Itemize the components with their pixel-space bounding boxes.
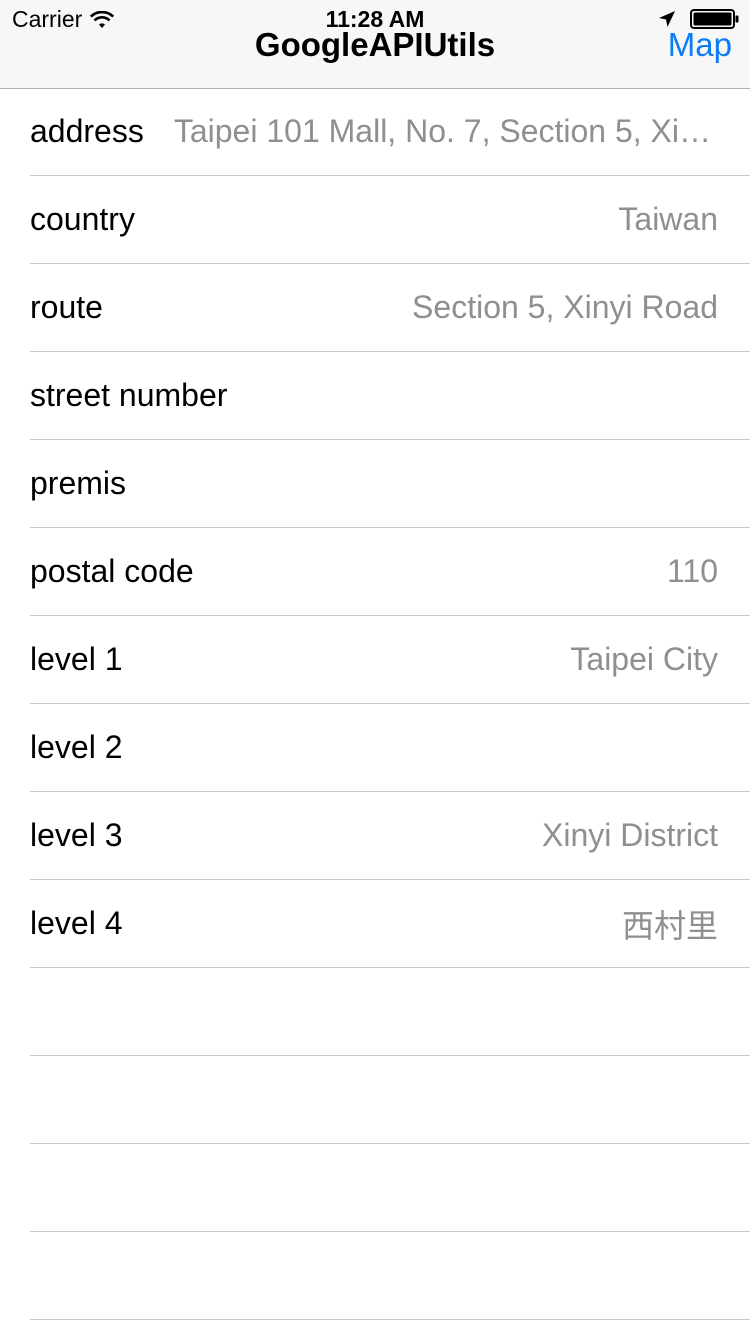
empty-row (30, 1232, 750, 1320)
row-label: level 1 (30, 641, 123, 677)
row-value: Taipei City (570, 641, 718, 677)
table-row[interactable]: route Section 5, Xinyi Road (30, 264, 750, 352)
row-value: Taiwan (618, 201, 718, 237)
table-row[interactable]: postal code 110 (30, 528, 750, 616)
table-row[interactable]: level 2 (30, 704, 750, 792)
navigation-bar: Carrier 11:28 AM GoogleAPIUtils Map (0, 0, 750, 89)
row-value: Xinyi District (541, 817, 718, 853)
table-row[interactable]: street number (30, 352, 750, 440)
row-label: country (30, 201, 135, 237)
row-value: Section 5, Xinyi Road (412, 289, 718, 325)
table-row[interactable]: address Taipei 101 Mall, No. 7, Section … (30, 88, 750, 176)
table-row[interactable]: premis (30, 440, 750, 528)
row-label: address (30, 113, 144, 149)
row-value: Taipei 101 Mall, No. 7, Section 5, Xinyi… (173, 113, 718, 149)
row-label: premis (30, 465, 127, 501)
nav-title: GoogleAPIUtils (254, 26, 496, 63)
address-table: address Taipei 101 Mall, No. 7, Section … (0, 88, 750, 1320)
empty-row (30, 968, 750, 1056)
table-row[interactable]: level 1 Taipei City (30, 616, 750, 704)
row-value: 西村里 (621, 907, 718, 944)
empty-row (30, 1144, 750, 1232)
row-label: route (30, 289, 103, 325)
screen: Carrier 11:28 AM GoogleAPIUtils Map addr… (0, 0, 750, 1334)
map-button[interactable]: Map (668, 26, 732, 64)
empty-row (30, 1056, 750, 1144)
row-label: postal code (30, 553, 194, 589)
row-label: level 3 (30, 817, 123, 853)
row-label: street number (30, 377, 228, 413)
table-row[interactable]: country Taiwan (30, 176, 750, 264)
row-value: 110 (666, 553, 718, 589)
table-row[interactable]: level 3 Xinyi District (30, 792, 750, 880)
row-label: level 4 (30, 905, 123, 941)
table-row[interactable]: level 4 西村里 (30, 880, 750, 968)
row-label: level 2 (30, 729, 123, 765)
